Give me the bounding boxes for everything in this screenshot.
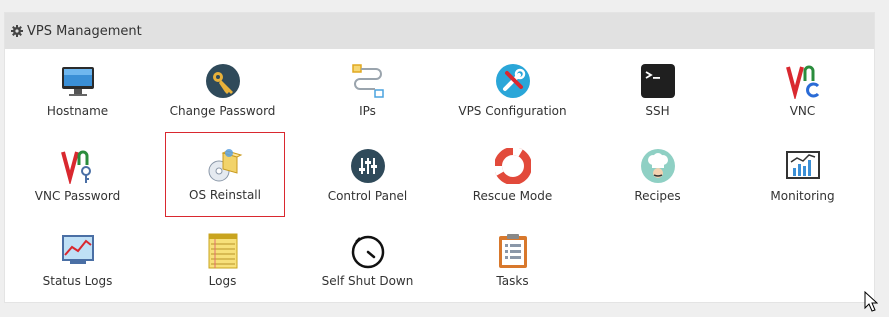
tile-tasks[interactable]: Tasks — [440, 219, 585, 301]
tile-label: Recipes — [634, 189, 681, 203]
mouse-cursor-icon — [864, 291, 878, 312]
tile-label: Control Panel — [327, 189, 408, 203]
tile-vnc-password[interactable]: VNC Password — [5, 134, 150, 216]
monitor-icon — [61, 67, 94, 96]
tile-control-panel[interactable]: Control Panel — [295, 134, 440, 216]
notepad-icon — [208, 233, 237, 269]
chef-icon — [640, 149, 675, 183]
vnc-key-icon — [60, 150, 91, 184]
timer-icon — [351, 235, 384, 269]
tile-rescue-mode[interactable]: Rescue Mode — [440, 134, 585, 216]
sliders-icon — [350, 149, 385, 183]
tile-label: Logs — [208, 274, 237, 288]
tile-recipes[interactable]: Recipes — [585, 134, 730, 216]
tile-monitoring[interactable]: Monitoring — [730, 134, 875, 216]
tile-ssh[interactable]: SSH — [585, 49, 730, 131]
tile-logs[interactable]: Logs — [150, 219, 295, 301]
tile-label: Hostname — [46, 104, 109, 118]
tile-label: VNC — [789, 104, 816, 118]
status-chart-icon — [61, 235, 94, 264]
tile-label: IPs — [359, 104, 376, 118]
tile-label: Monitoring — [770, 189, 835, 203]
tile-label: Rescue Mode — [472, 189, 553, 203]
tile-label: OS Reinstall — [189, 188, 261, 202]
tile-change-password[interactable]: Change Password — [150, 49, 295, 131]
tile-label: Status Logs — [42, 274, 113, 288]
vps-management-panel: VPS Management Hostname Change Password — [4, 12, 875, 303]
tile-label: Change Password — [169, 104, 276, 118]
terminal-icon — [640, 64, 675, 98]
key-icon — [205, 64, 240, 98]
vnc-icon — [785, 65, 819, 99]
tile-label: VPS Configuration — [458, 104, 567, 118]
monitoring-chart-icon — [785, 151, 820, 179]
tile-label: SSH — [645, 104, 670, 118]
tile-self-shut-down[interactable]: Self Shut Down — [295, 219, 440, 301]
lifebuoy-icon — [494, 148, 531, 184]
tile-label: VNC Password — [34, 189, 121, 203]
tile-vps-configuration[interactable]: VPS Configuration — [440, 49, 585, 131]
tools-icon — [495, 64, 530, 98]
panel-title: VPS Management — [27, 23, 142, 39]
gear-icon — [11, 25, 23, 37]
tile-hostname[interactable]: Hostname — [5, 49, 150, 131]
clipboard-icon — [498, 234, 527, 268]
tile-status-logs[interactable]: Status Logs — [5, 219, 150, 301]
os-install-icon — [208, 149, 243, 182]
tile-label: Self Shut Down — [321, 274, 414, 288]
panel-header: VPS Management — [5, 13, 874, 49]
tile-vnc[interactable]: VNC — [730, 49, 875, 131]
tile-label: Tasks — [496, 274, 529, 288]
tile-ips[interactable]: IPs — [295, 49, 440, 131]
network-icon — [351, 64, 384, 98]
tile-os-reinstall[interactable]: OS Reinstall — [165, 132, 285, 217]
